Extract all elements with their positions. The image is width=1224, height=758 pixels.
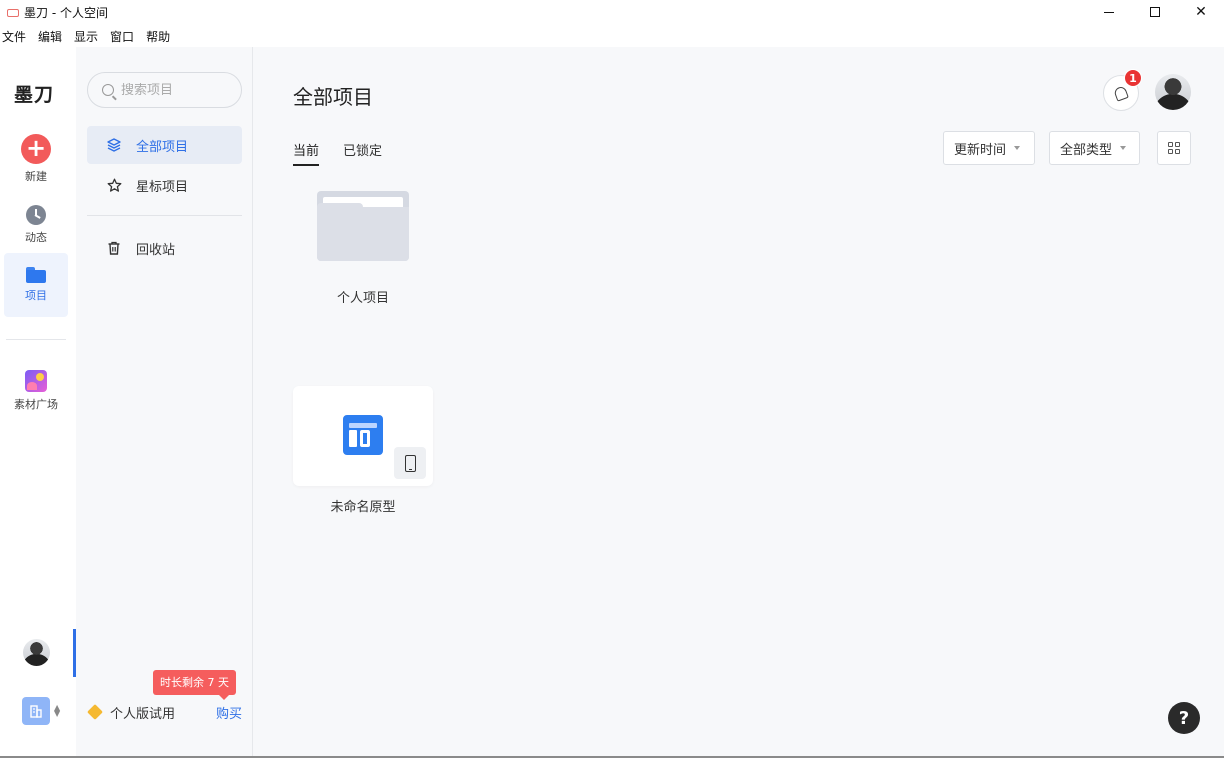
menu-view[interactable]: 显示 <box>74 28 98 46</box>
sidebar-item-starred[interactable]: 星标项目 <box>87 166 242 204</box>
window-title: 墨刀 - 个人空间 <box>24 5 108 20</box>
sort-label: 更新时间 <box>954 142 1007 158</box>
prototype-label: 未命名原型 <box>330 500 396 515</box>
grid-icon <box>1168 142 1180 154</box>
menu-help[interactable]: 帮助 <box>146 28 170 46</box>
folder-label: 个人项目 <box>336 291 389 306</box>
app-icon <box>6 6 19 18</box>
close-button[interactable]: ✕ <box>1178 0 1224 24</box>
rail-item-materials[interactable]: 素材广场 <box>4 359 68 423</box>
rail-item-projects[interactable]: 项目 <box>4 253 68 317</box>
building-icon <box>22 697 50 725</box>
tab-current[interactable]: 当前 <box>293 140 320 166</box>
prototype-icon <box>343 415 383 455</box>
menu-edit[interactable]: 编辑 <box>38 28 62 46</box>
type-label: 全部类型 <box>1060 142 1113 158</box>
avatar <box>23 639 50 666</box>
rail-divider <box>6 339 66 340</box>
left-rail: 墨刀 + 新建 动态 项目 素材广场 ▲ ▼ <box>0 47 76 758</box>
trash-icon <box>106 240 122 256</box>
material-icon <box>25 370 47 392</box>
buy-link[interactable]: 购买 <box>216 703 242 722</box>
search-icon <box>102 84 114 96</box>
sidebar-item-trash[interactable]: 回收站 <box>87 229 242 267</box>
trial-row: 个人版试用 购买 <box>87 702 243 722</box>
search-box <box>87 72 242 108</box>
sort-dropdown[interactable]: 更新时间 <box>943 131 1035 165</box>
project-folder[interactable] <box>317 191 409 263</box>
minimize-button[interactable] <box>1086 0 1132 24</box>
sidebar-item-label: 星标项目 <box>136 179 189 195</box>
minimize-icon <box>1104 11 1114 13</box>
trial-label: 个人版试用 <box>110 706 176 722</box>
trial-remaining-badge: 时长剩余 7 天 <box>153 670 236 700</box>
plus-icon: + <box>21 134 51 164</box>
maximize-button[interactable] <box>1132 0 1178 24</box>
menu-file[interactable]: 文件 <box>2 28 26 46</box>
notification-badge: 1 <box>1124 69 1142 87</box>
device-tag <box>394 447 426 479</box>
caret-down-icon <box>1120 146 1127 150</box>
logo: 墨刀 <box>14 84 55 106</box>
rail-item-label: 新建 <box>25 170 47 183</box>
rail-item-label: 项目 <box>25 289 47 302</box>
rail-item-new[interactable]: + 新建 <box>4 127 68 191</box>
rail-user[interactable] <box>0 629 76 677</box>
menu-bar: 文件 编辑 显示 窗口 帮助 <box>0 28 180 46</box>
bell-icon <box>1113 84 1129 102</box>
maximize-icon <box>1150 7 1160 17</box>
clock-icon <box>26 205 46 225</box>
main-content: 全部项目 当前 已锁定 1 更新时间 全部类型 个人项目 未命名原型 ? <box>253 47 1224 756</box>
folder-icon <box>26 267 46 283</box>
updown-icon: ▲ ▼ <box>54 703 61 718</box>
rail-item-label: 动态 <box>25 231 47 244</box>
close-icon: ✕ <box>1195 4 1207 20</box>
building-glyph <box>30 705 42 718</box>
phone-icon <box>404 454 416 472</box>
rail-item-label: 素材广场 <box>14 398 58 411</box>
star-icon <box>106 177 122 193</box>
tabs: 当前 已锁定 <box>293 140 406 166</box>
tab-locked[interactable]: 已锁定 <box>343 140 382 166</box>
layers-icon <box>106 137 122 153</box>
page-title: 全部项目 <box>293 85 373 109</box>
help-button[interactable]: ? <box>1168 702 1200 734</box>
sidebar-item-label: 全部项目 <box>136 139 189 155</box>
caret-down-icon <box>1014 146 1021 150</box>
diamond-icon <box>87 704 103 720</box>
sidebar-divider <box>87 215 242 216</box>
project-sidebar: 全部项目 星标项目 回收站 时长剩余 7 天 个人版试用 购买 <box>76 47 253 758</box>
title-bar: 墨刀 - 个人空间 ✕ <box>0 0 1224 24</box>
prototype-card[interactable] <box>293 386 433 486</box>
menu-window[interactable]: 窗口 <box>110 28 134 46</box>
folder-icon <box>317 191 409 261</box>
rail-item-activity[interactable]: 动态 <box>4 193 68 257</box>
type-dropdown[interactable]: 全部类型 <box>1049 131 1140 165</box>
search-input[interactable] <box>121 82 231 98</box>
team-switcher[interactable]: ▲ ▼ <box>22 697 60 725</box>
sidebar-item-all-projects[interactable]: 全部项目 <box>87 126 242 164</box>
sidebar-item-label: 回收站 <box>136 242 176 258</box>
window-controls: ✕ <box>1086 0 1224 24</box>
user-avatar[interactable] <box>1155 74 1191 110</box>
grid-view-button[interactable] <box>1157 131 1191 165</box>
